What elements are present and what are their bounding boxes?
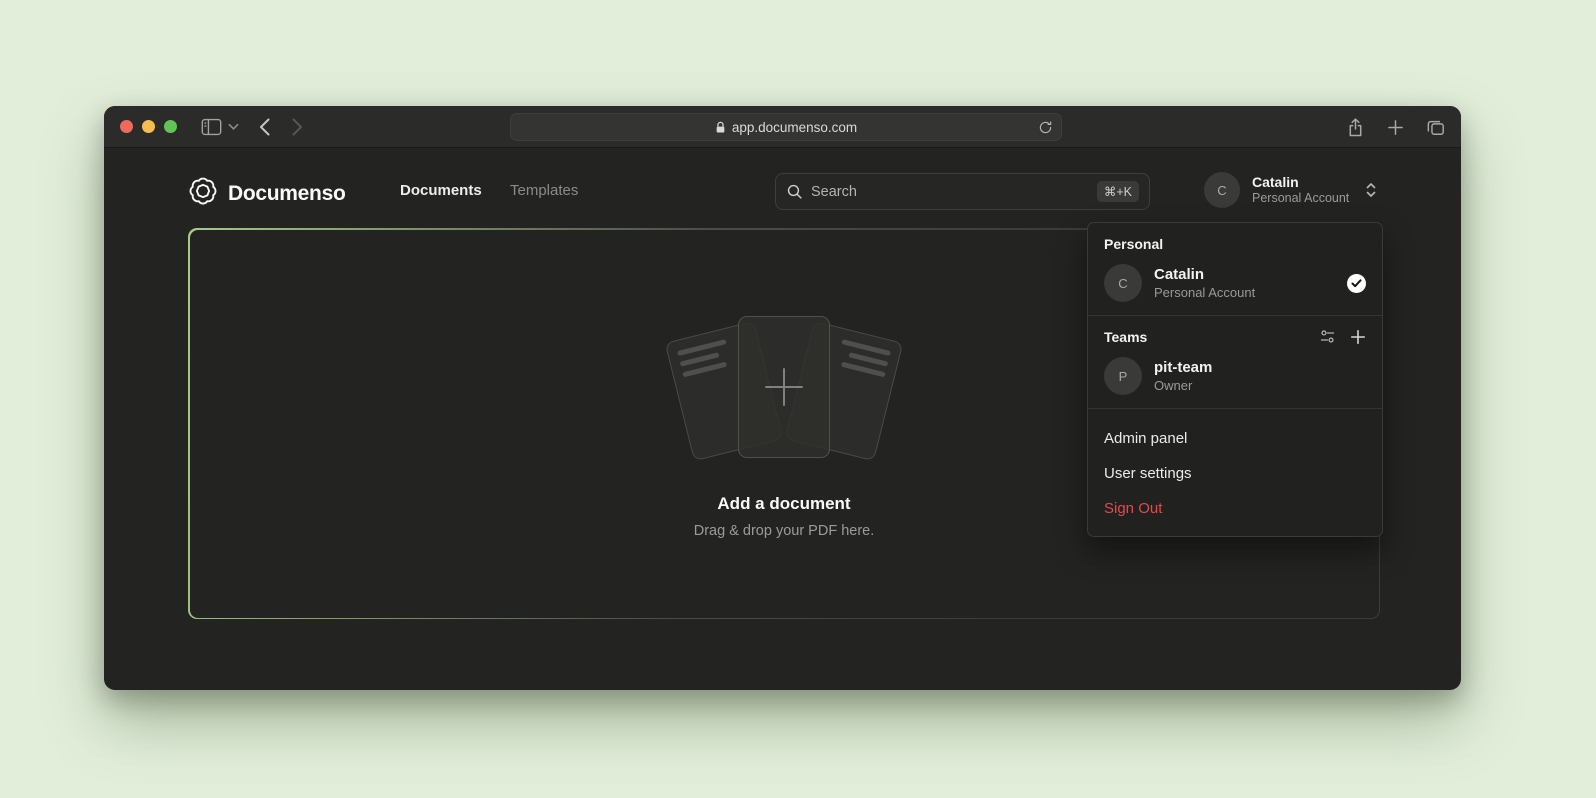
menu-divider <box>1088 408 1382 409</box>
add-team-icon[interactable] <box>1350 329 1366 345</box>
empty-state: Add a document Drag & drop your PDF here… <box>624 314 944 539</box>
selected-check-icon <box>1347 274 1366 293</box>
teams-section-label: Teams <box>1104 329 1147 345</box>
sidebar-toggle-icon[interactable] <box>201 118 222 136</box>
minimize-window-button[interactable] <box>142 120 155 133</box>
nav-templates[interactable]: Templates <box>510 182 578 199</box>
account-type: Personal Account <box>1252 191 1349 206</box>
zoom-window-button[interactable] <box>164 120 177 133</box>
search-bar[interactable]: ⌘+K <box>775 173 1150 210</box>
team-item[interactable]: P pit-team Owner <box>1104 357 1366 395</box>
personal-account-name: Catalin <box>1154 266 1335 284</box>
brand-name: Documenso <box>228 182 346 206</box>
reload-icon[interactable] <box>1038 119 1053 139</box>
document-card-center <box>738 316 830 458</box>
manage-teams-icon[interactable] <box>1319 328 1336 345</box>
search-shortcut-badge: ⌘+K <box>1097 181 1139 202</box>
plus-icon <box>760 363 808 411</box>
browser-titlebar: app.documenso.com <box>104 106 1461 148</box>
url-text: app.documenso.com <box>732 120 857 135</box>
avatar: C <box>1204 172 1240 208</box>
new-tab-plus-icon[interactable] <box>1387 119 1404 136</box>
account-name: Catalin <box>1252 174 1349 191</box>
team-role: Owner <box>1154 378 1366 394</box>
personal-account-type: Personal Account <box>1154 285 1335 301</box>
account-dropdown-menu: Personal C Catalin Personal Account <box>1087 222 1383 537</box>
tab-overview-icon[interactable] <box>1427 119 1445 136</box>
documenso-logo-icon <box>188 176 218 211</box>
chevron-up-down-icon <box>1365 182 1377 198</box>
personal-account-item[interactable]: C Catalin Personal Account <box>1104 264 1366 302</box>
menu-item-sign-out[interactable]: Sign Out <box>1088 491 1382 526</box>
dropzone-title: Add a document <box>624 494 944 514</box>
menu-item-admin-panel[interactable]: Admin panel <box>1088 421 1382 456</box>
desktop: app.documenso.com <box>0 0 1596 798</box>
brand[interactable]: Documenso <box>188 176 346 211</box>
titlebar-right-actions <box>1347 106 1445 148</box>
search-icon <box>786 183 803 200</box>
personal-section-label: Personal <box>1104 236 1366 252</box>
share-icon[interactable] <box>1347 118 1364 137</box>
menu-divider <box>1088 315 1382 316</box>
document-stack-illustration <box>668 314 900 466</box>
tab-group-chevron-icon[interactable] <box>228 123 239 131</box>
back-button-icon[interactable] <box>259 118 270 136</box>
dropzone-subtitle: Drag & drop your PDF here. <box>624 523 944 539</box>
avatar: P <box>1104 357 1142 395</box>
avatar: C <box>1104 264 1142 302</box>
browser-window: app.documenso.com <box>104 106 1461 690</box>
traffic-lights <box>120 120 177 133</box>
menu-item-user-settings[interactable]: User settings <box>1088 456 1382 491</box>
team-name: pit-team <box>1154 359 1366 377</box>
search-input[interactable] <box>811 184 1097 200</box>
lock-icon <box>715 121 726 134</box>
address-bar[interactable]: app.documenso.com <box>510 113 1062 141</box>
account-menu-trigger[interactable]: C Catalin Personal Account <box>1204 172 1377 208</box>
close-window-button[interactable] <box>120 120 133 133</box>
nav-documents[interactable]: Documents <box>400 182 482 199</box>
forward-button-icon[interactable] <box>292 118 303 136</box>
